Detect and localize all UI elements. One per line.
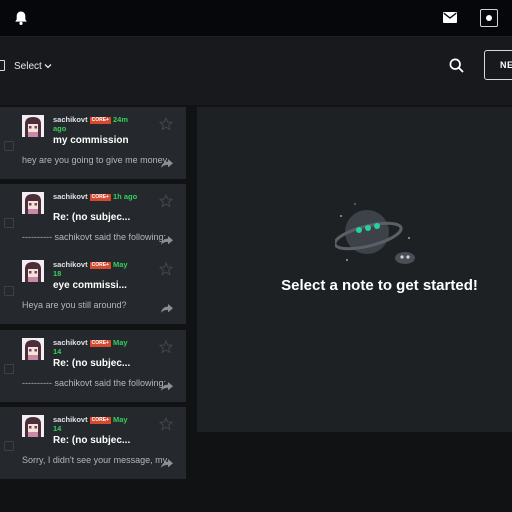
note-list-item[interactable]: sachikovt CORE+ May 14 Re: (no subjec... So… [0,407,186,479]
top-navigation-bar [0,0,512,37]
note-preview: Heya are you still around? [22,300,127,310]
core-badge: CORE+ [89,194,111,201]
chevron-down-icon[interactable] [44,63,52,69]
note-time: May [112,260,128,269]
note-checkbox[interactable] [4,141,14,151]
share-icon[interactable] [161,304,173,313]
avatar[interactable] [22,192,44,214]
note-meta: sachikovt CORE+ 1h ago [53,192,165,201]
note-time-cont: 14 [53,347,62,356]
note-username[interactable]: sachikovt [53,338,88,347]
note-time-cont: 14 [53,424,62,433]
empty-state-message: Select a note to get started! [281,277,478,294]
star-icon[interactable] [159,417,173,431]
note-checkbox[interactable] [4,286,14,296]
notes-toolbar [0,37,512,105]
core-badge: CORE+ [89,340,111,347]
note-subject: Re: (no subjec... [53,358,131,369]
note-checkbox[interactable] [4,364,14,374]
note-preview: Sorry, I didn't see your message, my [22,455,168,465]
avatar[interactable] [22,260,44,282]
note-checkbox[interactable] [4,441,14,451]
share-icon[interactable] [161,236,173,245]
note-time: 24m [112,115,128,124]
note-subject: eye commissi... [53,280,127,291]
note-meta: sachikovt CORE+ May 14 [53,415,165,433]
note-username[interactable]: sachikovt [53,192,88,201]
select-all-checkbox[interactable] [0,60,5,71]
note-subject: Re: (no subjec... [53,212,131,223]
note-time: May [112,415,128,424]
user-menu-button[interactable] [480,9,498,27]
core-badge: CORE+ [89,262,111,269]
star-icon[interactable] [159,194,173,208]
share-icon[interactable] [161,159,173,168]
core-badge: CORE+ [89,117,111,124]
mail-icon[interactable] [443,12,457,23]
select-dropdown-label[interactable]: Select [14,61,42,72]
note-list-item[interactable]: sachikovt CORE+ 1h ago Re: (no subjec... -… [0,184,186,256]
note-meta: sachikovt CORE+ May 18 [53,260,165,278]
planet-illustration-icon [335,203,415,264]
star-icon[interactable] [159,117,173,131]
note-list-item[interactable]: sachikovt CORE+ 24m ago my commission hey a… [0,107,186,179]
note-list-item[interactable]: sachikovt CORE+ May 18 eye commissi... Heya… [0,252,186,324]
note-username[interactable]: sachikovt [53,415,88,424]
new-note-button[interactable]: NEW [484,50,512,80]
note-subject: my commission [53,135,129,146]
note-preview: ---------- sachikovt said the following: [22,378,167,388]
note-list-item[interactable]: sachikovt CORE+ May 14 Re: (no subjec... --… [0,330,186,402]
core-badge: CORE+ [89,417,111,424]
share-icon[interactable] [161,459,173,468]
note-time: May [112,338,128,347]
search-icon[interactable] [449,58,464,73]
avatar[interactable] [22,338,44,360]
note-time: 1h ago [112,192,138,201]
star-icon[interactable] [159,340,173,354]
note-preview: ---------- sachikovt said the following: [22,232,167,242]
note-time-cont: ago [53,124,67,133]
share-icon[interactable] [161,382,173,391]
note-username[interactable]: sachikovt [53,115,88,124]
note-preview: hey are you going to give me money [22,155,168,165]
bell-icon[interactable] [13,10,29,26]
user-icon [486,15,492,21]
avatar[interactable] [22,115,44,137]
note-checkbox[interactable] [4,218,14,228]
note-meta: sachikovt CORE+ 24m ago [53,115,165,133]
note-time-cont: 18 [53,269,62,278]
star-icon[interactable] [159,262,173,276]
note-subject: Re: (no subjec... [53,435,131,446]
note-username[interactable]: sachikovt [53,260,88,269]
note-meta: sachikovt CORE+ May 14 [53,338,165,356]
avatar[interactable] [22,415,44,437]
